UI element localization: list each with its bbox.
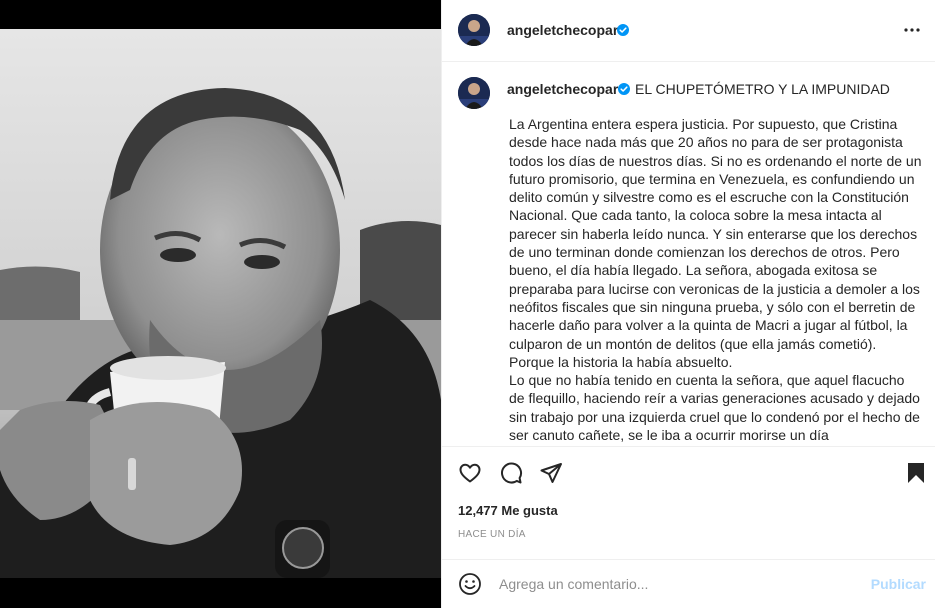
photo-image [0,0,441,578]
username-link[interactable]: angeletchecopar [507,22,618,38]
caption-paragraph: La Argentina entera espera justicia. Por… [509,116,922,370]
publish-button[interactable]: Publicar [871,576,926,592]
bookmark-icon[interactable] [904,461,928,485]
caption-paragraph: Lo que no había tenido en cuenta la seño… [509,372,920,444]
verified-badge-icon [617,24,629,36]
heart-icon[interactable] [458,461,482,485]
verified-badge-icon [618,83,630,95]
caption-title: EL CHUPETÓMETRO Y LA IMPUNIDAD [635,81,890,97]
share-icon[interactable] [539,461,563,485]
likes-count[interactable]: 12,477 Me gusta [458,503,558,518]
post-timestamp[interactable]: HACE UN DÍA [458,529,526,540]
caption-username-link[interactable]: angeletchecopar [507,81,618,97]
avatar-image [458,77,490,109]
post-side-panel: angeletchecopar angeletchecopar EL CHUPE… [441,0,935,608]
more-options-icon[interactable] [902,20,922,40]
comment-bar: Agrega un comentario... Publicar [442,559,935,608]
avatar-image [458,14,490,46]
comment-icon[interactable] [499,461,523,485]
post-photo[interactable] [0,0,441,608]
caption-body: La Argentina entera espera justicia. Por… [509,115,923,444]
caption-avatar[interactable] [458,77,490,109]
caption-section: angeletchecopar EL CHUPETÓMETRO Y LA IMP… [442,62,935,446]
emoji-icon[interactable] [458,572,482,596]
post-header: angeletchecopar [442,0,935,62]
avatar[interactable] [458,14,490,46]
comment-input[interactable]: Agrega un comentario... [499,576,648,592]
